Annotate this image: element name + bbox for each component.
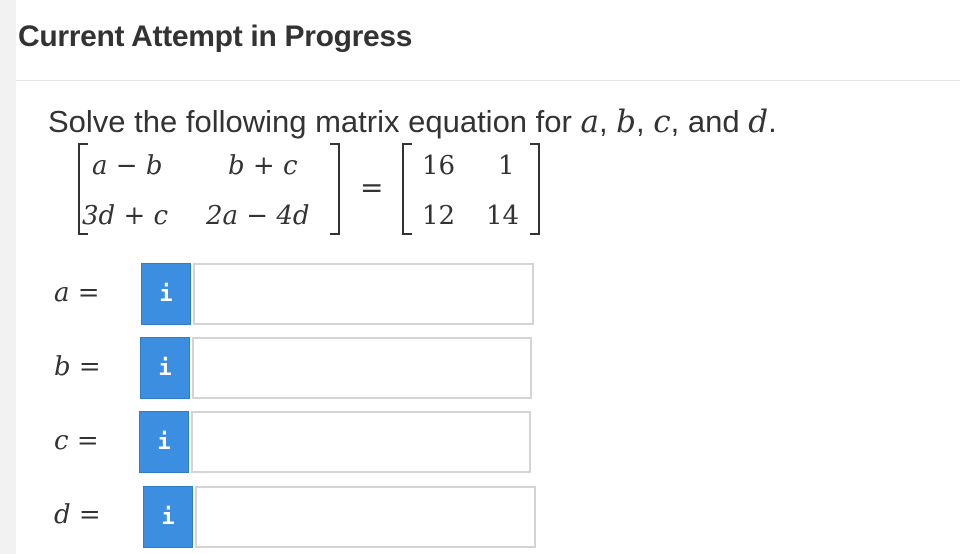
left-matrix-close-bracket	[330, 143, 340, 235]
question-prompt: Solve the following matrix equation for …	[48, 104, 777, 140]
right-matrix-r2c1: 12	[422, 201, 456, 231]
info-button-d[interactable]: i	[143, 486, 193, 548]
left-matrix-r2c1: 3d + c	[82, 201, 169, 231]
right-matrix-close-bracket	[530, 143, 540, 235]
info-button-b[interactable]: i	[140, 337, 190, 399]
period: .	[768, 104, 777, 139]
right-matrix-r1c1: 16	[422, 151, 456, 181]
answer-input-d[interactable]	[195, 486, 536, 548]
var-c: c	[653, 104, 671, 140]
answer-input-b[interactable]	[192, 337, 532, 399]
info-button-a[interactable]: i	[141, 263, 191, 325]
var-b: b	[616, 104, 637, 140]
left-matrix-r1c1: a − b	[92, 151, 163, 181]
answer-input-c[interactable]	[191, 411, 531, 473]
page-header: Current Attempt in Progress	[16, 0, 960, 81]
answer-input-a[interactable]	[193, 263, 534, 325]
answer-label-c: c =	[54, 426, 99, 456]
equals-sign: =	[360, 171, 384, 204]
var-d: d	[748, 104, 769, 140]
left-matrix-r1c2: b + c	[228, 151, 298, 181]
left-rail	[0, 0, 16, 554]
var-a: a	[580, 104, 599, 140]
answer-label-a: a =	[54, 278, 100, 308]
matrix-equation: a − b b + c 3d + c 2a − 4d = 16 1 12 14	[78, 143, 548, 238]
prompt-text: Solve the following matrix equation for	[48, 104, 581, 139]
right-matrix-open-bracket	[402, 143, 412, 235]
info-button-c[interactable]: i	[139, 411, 189, 473]
right-matrix-r1c2: 1	[498, 151, 515, 181]
right-matrix-r2c2: 14	[486, 201, 520, 231]
comma: ,	[636, 104, 654, 139]
and-text: , and	[670, 104, 749, 139]
page-title: Current Attempt in Progress	[18, 20, 413, 53]
left-matrix-r2c2: 2a − 4d	[206, 201, 310, 231]
comma: ,	[598, 104, 617, 139]
answer-label-d: d =	[54, 500, 101, 530]
answer-label-b: b =	[54, 352, 101, 382]
